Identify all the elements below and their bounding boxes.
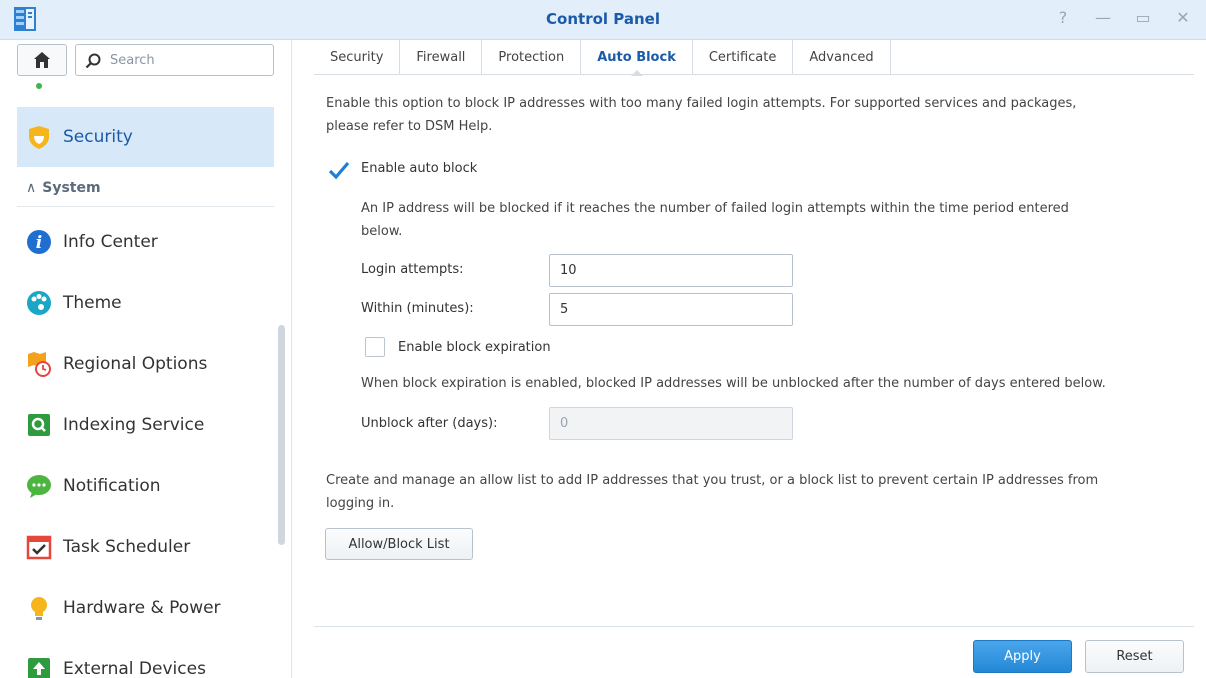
sidebar-item-indexing-service[interactable]: Indexing Service xyxy=(17,395,274,455)
sidebar-item-notification[interactable]: Notification xyxy=(17,456,274,516)
reset-button[interactable]: Reset xyxy=(1085,640,1184,673)
magnifier-doc-icon xyxy=(25,411,53,439)
sidebar-item-label: Regional Options xyxy=(63,354,208,374)
apply-button[interactable]: Apply xyxy=(973,640,1072,673)
sidebar-item-label: Theme xyxy=(63,293,122,313)
search-icon xyxy=(85,53,101,69)
unblock-after-label: Unblock after (days): xyxy=(361,416,498,431)
sidebar-item-external-devices[interactable]: External Devices xyxy=(17,639,274,678)
enable-block-expiration-checkbox[interactable] xyxy=(365,337,385,357)
wireless-icon xyxy=(36,83,42,89)
lightbulb-icon xyxy=(25,594,53,622)
tab-security[interactable]: Security xyxy=(314,40,401,75)
login-attempts-label: Login attempts: xyxy=(361,262,464,277)
window-title: Control Panel xyxy=(546,10,660,28)
allow-block-list-description: Create and manage an allow list to add I… xyxy=(326,473,1099,511)
title-bar: Control Panel ? — ▭ ✕ xyxy=(0,0,1206,40)
sidebar-item-label: Hardware & Power xyxy=(63,598,221,618)
tab-auto-block[interactable]: Auto Block xyxy=(581,40,693,76)
within-minutes-input[interactable] xyxy=(549,293,793,326)
enable-auto-block-checkbox[interactable] xyxy=(328,159,350,180)
info-icon: i xyxy=(25,228,53,256)
checkmark-icon xyxy=(328,161,350,180)
sidebar-item-info-center[interactable]: i Info Center xyxy=(17,212,274,272)
unblock-after-input[interactable] xyxy=(549,407,793,440)
minimize-icon[interactable]: — xyxy=(1094,8,1112,27)
svg-text:i: i xyxy=(36,233,42,253)
footer-divider xyxy=(314,626,1194,627)
help-icon[interactable]: ? xyxy=(1054,8,1072,27)
allow-block-list-button[interactable]: Allow/Block List xyxy=(325,528,473,560)
auto-block-description: An IP address will be blocked if it reac… xyxy=(361,201,1069,239)
sidebar-item-label: Notification xyxy=(63,476,161,496)
tab-firewall[interactable]: Firewall xyxy=(400,40,483,75)
sidebar: Security ∧System i Info Center Theme Reg… xyxy=(0,40,292,678)
intro-text: Enable this option to block IP addresses… xyxy=(326,96,1077,134)
tab-bar: Security Firewall Protection Auto Block … xyxy=(314,40,1194,76)
palette-icon xyxy=(25,289,53,317)
window-controls: ? — ▭ ✕ xyxy=(1054,8,1192,27)
clock-map-icon xyxy=(25,350,53,378)
sidebar-item-label: External Devices xyxy=(63,659,206,678)
sidebar-item-task-scheduler[interactable]: Task Scheduler xyxy=(17,517,274,577)
chevron-up-icon: ∧ xyxy=(26,180,37,196)
chat-bubble-icon xyxy=(25,472,53,500)
maximize-icon[interactable]: ▭ xyxy=(1134,8,1152,27)
close-icon[interactable]: ✕ xyxy=(1174,8,1192,27)
home-icon xyxy=(34,52,50,68)
tab-advanced[interactable]: Advanced xyxy=(793,40,891,75)
upload-box-icon xyxy=(25,655,53,678)
sidebar-item-security[interactable]: Security xyxy=(17,107,274,167)
expiration-description: When block expiration is enabled, blocke… xyxy=(361,376,1106,391)
shield-icon xyxy=(25,123,53,151)
group-divider xyxy=(17,206,274,207)
within-minutes-label: Within (minutes): xyxy=(361,301,474,316)
tab-certificate[interactable]: Certificate xyxy=(693,40,794,75)
sidebar-item-theme[interactable]: Theme xyxy=(17,273,274,333)
calendar-check-icon xyxy=(25,533,53,561)
sidebar-scrollbar[interactable] xyxy=(278,325,285,545)
search-box[interactable] xyxy=(75,44,274,76)
sidebar-item-label: Info Center xyxy=(63,232,158,252)
home-button[interactable] xyxy=(17,44,67,76)
enable-block-expiration-label[interactable]: Enable block expiration xyxy=(398,340,551,355)
login-attempts-input[interactable] xyxy=(549,254,793,287)
tab-protection[interactable]: Protection xyxy=(482,40,582,75)
enable-auto-block-label[interactable]: Enable auto block xyxy=(361,161,477,176)
group-header-system[interactable]: ∧ System xyxy=(26,180,101,196)
search-input[interactable] xyxy=(110,51,265,69)
sidebar-item-label: Indexing Service xyxy=(63,415,205,435)
sidebar-item-hardware-power[interactable]: Hardware & Power xyxy=(17,578,274,638)
sidebar-item-regional-options[interactable]: Regional Options xyxy=(17,334,274,394)
sidebar-item-label: Task Scheduler xyxy=(63,537,191,557)
sidebar-item-label: Security xyxy=(63,127,133,147)
